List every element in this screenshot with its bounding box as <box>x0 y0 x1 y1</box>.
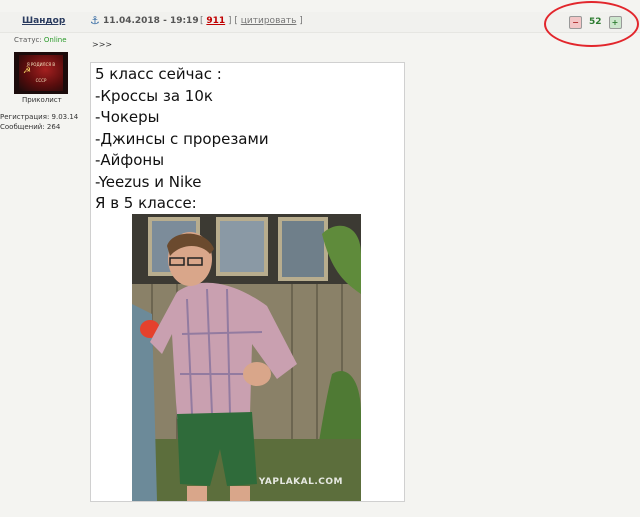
post-line: -Yeezus и Nike <box>95 172 202 191</box>
author-username-link[interactable]: Шандор <box>22 16 65 26</box>
avatar[interactable]: Я РОДИЛСЯ В СССР ☭ <box>14 52 68 94</box>
status-value: Online <box>43 36 67 44</box>
highlight-circle <box>544 1 639 47</box>
post-number-link[interactable]: 911 <box>206 16 225 26</box>
post-line: Я в 5 классе: <box>95 194 197 212</box>
post-line: -Джинсы с прорезами <box>95 129 269 148</box>
post-line: 5 класс сейчас : <box>95 65 222 83</box>
status-label: Статус: <box>14 36 42 44</box>
photo-illustration <box>132 214 361 501</box>
user-title: Приколист <box>22 96 62 104</box>
post-line: -Айфоны <box>95 151 165 169</box>
post-content-box: 5 класс сейчас : -Кроссы за 10к -Чокеры … <box>90 62 405 502</box>
registration-date: Регистрация: 9.03.14 <box>0 113 79 121</box>
quote-marker: >>> <box>92 40 113 49</box>
post-photo[interactable]: YAPLAKAL.COM <box>132 214 361 501</box>
image-watermark: YAPLAKAL.COM <box>258 477 343 487</box>
post-line: -Чокеры <box>95 108 160 126</box>
post-text: 5 класс сейчас : -Кроссы за 10к -Чокеры … <box>95 64 269 215</box>
message-count: Сообщений: 264 <box>0 123 61 131</box>
avatar-text-bottom: СССР <box>35 78 47 83</box>
post-meta: [ 911 ] [ цитировать ] <box>200 16 303 26</box>
hammer-sickle-icon: ☭ <box>23 66 32 76</box>
user-info: Регистрация: 9.03.14 Сообщений: 264 <box>0 112 78 132</box>
user-status: Статус: Online <box>14 36 67 44</box>
post-datetime: 11.04.2018 - 19:19 <box>103 16 199 26</box>
quote-link[interactable]: цитировать <box>241 16 297 26</box>
post-line: -Кроссы за 10к <box>95 86 213 105</box>
anchor-icon[interactable]: ⚓ <box>90 14 100 27</box>
